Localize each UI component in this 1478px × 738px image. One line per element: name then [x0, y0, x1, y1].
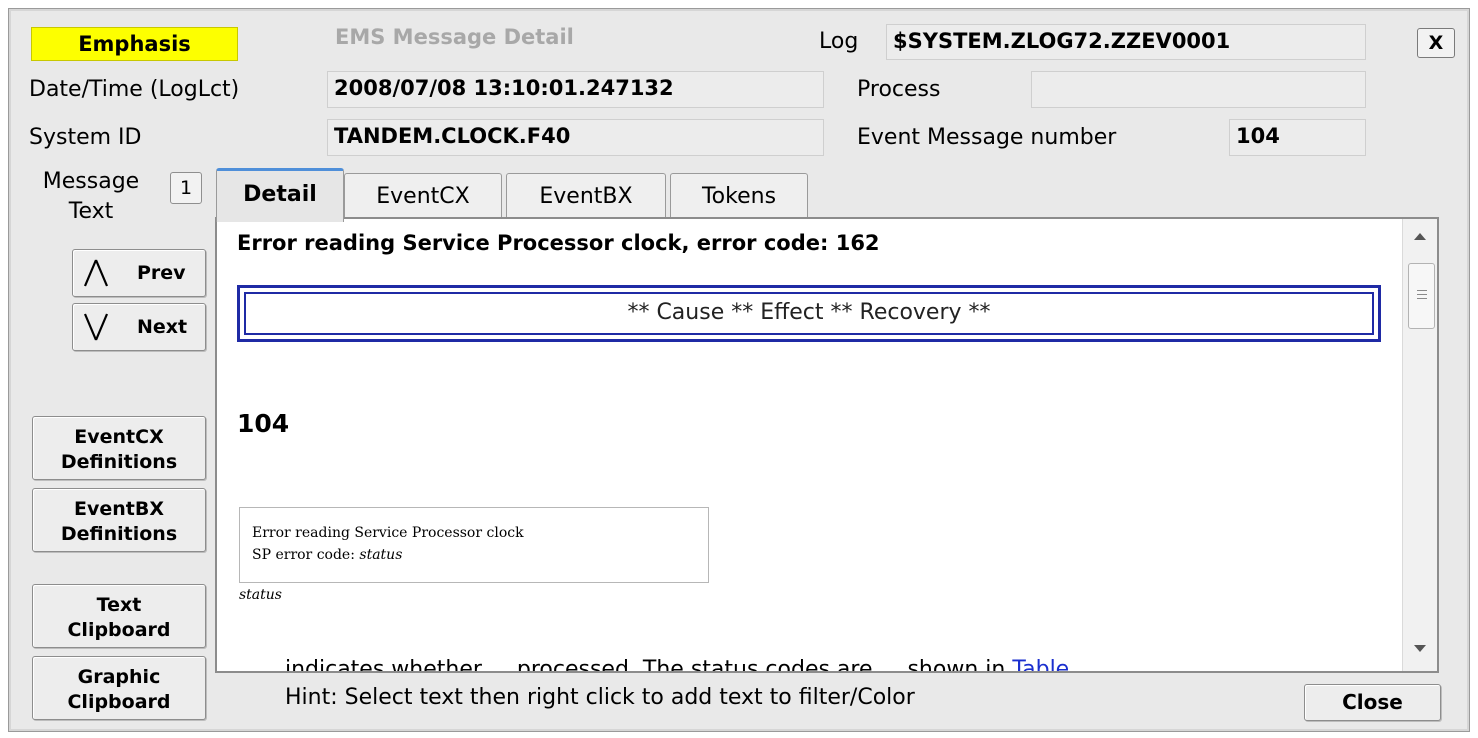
log-label: Log [819, 29, 859, 54]
cause-effect-recovery-label: ** Cause ** Effect ** Recovery ** [244, 292, 1374, 335]
vertical-scrollbar[interactable] [1402, 219, 1437, 671]
hint-text: Hint: Select text then right click to ad… [285, 685, 915, 710]
eventbx-definitions-button[interactable]: EventBX Definitions [32, 488, 206, 552]
close-x-button[interactable]: X [1417, 28, 1455, 58]
prev-arrow-icon [83, 259, 109, 287]
close-button[interactable]: Close [1304, 684, 1441, 721]
event-number-heading: 104 [237, 409, 290, 438]
log-field[interactable]: $SYSTEM.ZLOG72.ZZEV0001 [886, 24, 1366, 60]
dialog-title: EMS Message Detail [335, 25, 574, 49]
message-syntax-box: Error reading Service Processor clock SP… [239, 507, 709, 583]
status-variable: status [239, 587, 282, 603]
tab-eventcx[interactable]: EventCX [344, 173, 502, 219]
message-heading: Error reading Service Processor clock, e… [237, 231, 880, 255]
system-id-label: System ID [29, 125, 142, 150]
clipped-description-line: ... indicates whether ... processed. The… [257, 657, 1097, 671]
event-number-label: Event Message number [857, 125, 1117, 150]
process-label: Process [857, 77, 941, 102]
tab-eventbx[interactable]: EventBX [506, 173, 666, 219]
prev-button[interactable]: Prev [72, 249, 206, 297]
graphic-clipboard-button[interactable]: Graphic Clipboard [32, 656, 206, 720]
message-text-label: Message Text [42, 169, 140, 224]
scroll-down-arrow-icon[interactable] [1414, 645, 1426, 652]
grip-icon [1417, 290, 1427, 302]
datetime-label: Date/Time (LogLct) [29, 77, 240, 102]
scroll-thumb[interactable] [1408, 263, 1435, 329]
system-id-field[interactable]: TANDEM.CLOCK.F40 [327, 119, 824, 156]
text-clipboard-button[interactable]: Text Clipboard [32, 584, 206, 648]
next-arrow-icon [83, 313, 109, 341]
ems-message-detail-window: Emphasis EMS Message Detail Log $SYSTEM.… [8, 8, 1470, 732]
cause-effect-recovery-box[interactable]: ** Cause ** Effect ** Recovery ** [237, 285, 1381, 342]
emphasis-badge[interactable]: Emphasis [31, 27, 238, 61]
table-link[interactable]: Table ... [1012, 657, 1097, 671]
datetime-field[interactable]: 2008/07/08 13:10:01.247132 [327, 71, 824, 108]
detail-panel[interactable]: Error reading Service Processor clock, e… [215, 217, 1439, 673]
process-field[interactable] [1031, 71, 1366, 108]
eventcx-definitions-button[interactable]: EventCX Definitions [32, 416, 206, 480]
tab-detail[interactable]: Detail [216, 168, 344, 222]
message-counter: 1 [170, 172, 202, 204]
event-number-field[interactable]: 104 [1229, 119, 1366, 156]
scroll-up-arrow-icon[interactable] [1414, 233, 1426, 240]
next-button[interactable]: Next [72, 303, 206, 351]
tab-tokens[interactable]: Tokens [670, 173, 808, 219]
